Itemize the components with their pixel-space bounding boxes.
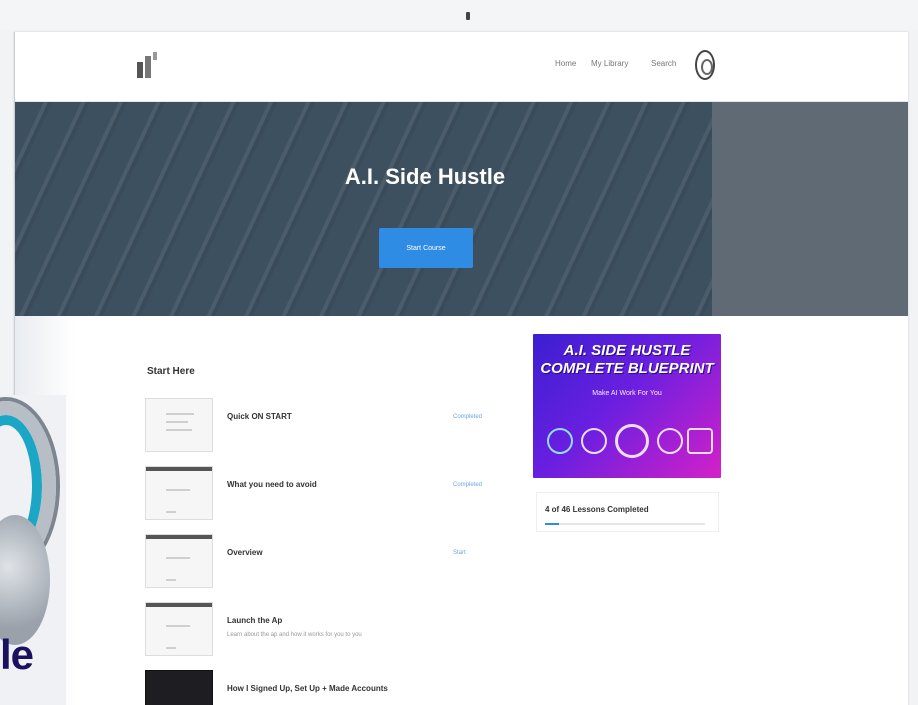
section-title: Start Here xyxy=(147,366,195,377)
promo-overlay-image: le xyxy=(0,395,66,705)
lesson-thumbnail xyxy=(145,602,213,656)
cursor-marker xyxy=(466,12,470,20)
hero-side-panel xyxy=(712,102,908,316)
course-progress-card: 4 of 46 Lessons Completed xyxy=(536,492,719,532)
lesson-thumbnail xyxy=(145,466,213,520)
lesson-title: Launch the Ap xyxy=(227,616,283,625)
user-avatar[interactable] xyxy=(695,50,715,80)
progress-text: 4 of 46 Lessons Completed xyxy=(545,505,649,514)
course-cover-subtitle: Make AI Work For You xyxy=(592,390,662,397)
progress-bar xyxy=(545,523,705,525)
nav-link-home[interactable]: Home xyxy=(555,59,576,68)
lesson-thumbnail xyxy=(145,398,213,452)
lesson-status: Completed xyxy=(453,414,483,420)
brain-icon xyxy=(615,424,649,458)
start-course-button[interactable]: Start Course xyxy=(379,228,473,268)
promo-text: le xyxy=(0,631,34,678)
lesson-item[interactable]: Launch the Ap Learn about the ap and how… xyxy=(145,602,505,662)
lesson-item[interactable]: How I Signed Up, Set Up + Made Accounts xyxy=(145,670,505,705)
lesson-item[interactable]: What you need to avoid Completed xyxy=(145,466,505,526)
course-hero-banner: A.I. Side Hustle Start Course xyxy=(15,102,908,316)
course-cover-image[interactable]: A.I. SIDE HUSTLE COMPLETE BLUEPRINT Make… xyxy=(533,334,721,478)
course-cover-title: A.I. SIDE HUSTLE COMPLETE BLUEPRINT xyxy=(533,342,721,378)
lesson-item[interactable]: Quick ON START Completed xyxy=(145,398,505,458)
robot-icon xyxy=(547,428,573,454)
course-cover-title-line2: COMPLETE BLUEPRINT xyxy=(540,360,714,377)
browser-window: Home My Library Search A.I. Side Hustle … xyxy=(14,32,908,705)
hero-background-pattern xyxy=(15,102,715,316)
nav-link-my-library[interactable]: My Library xyxy=(591,59,628,68)
lesson-subtitle: Learn about the ap and how it works for … xyxy=(227,632,362,638)
top-navbar: Home My Library Search xyxy=(15,32,908,102)
horse-icon xyxy=(687,428,713,454)
lesson-thumbnail xyxy=(145,534,213,588)
browser-top-strip xyxy=(0,0,918,30)
course-title: A.I. Side Hustle xyxy=(344,164,506,189)
lesson-thumbnail xyxy=(145,670,213,705)
lesson-title: What you need to avoid xyxy=(227,480,317,489)
site-logo[interactable] xyxy=(135,52,161,82)
gear-icon xyxy=(581,428,607,454)
course-cover-title-line1: A.I. SIDE HUSTLE xyxy=(563,342,691,359)
course-content-area: Start Here Quick ON START Completed What… xyxy=(15,316,908,705)
progress-bar-fill xyxy=(545,523,560,525)
nav-link-search[interactable]: Search xyxy=(651,59,676,68)
lesson-item[interactable]: Overview Start xyxy=(145,534,505,594)
lesson-status: Start xyxy=(453,550,466,556)
lesson-status: Completed xyxy=(453,482,483,488)
lesson-title: Quick ON START xyxy=(227,412,292,421)
lesson-title: Overview xyxy=(227,548,263,557)
lesson-title: How I Signed Up, Set Up + Made Accounts xyxy=(227,684,388,693)
rocket-icon xyxy=(657,428,683,454)
